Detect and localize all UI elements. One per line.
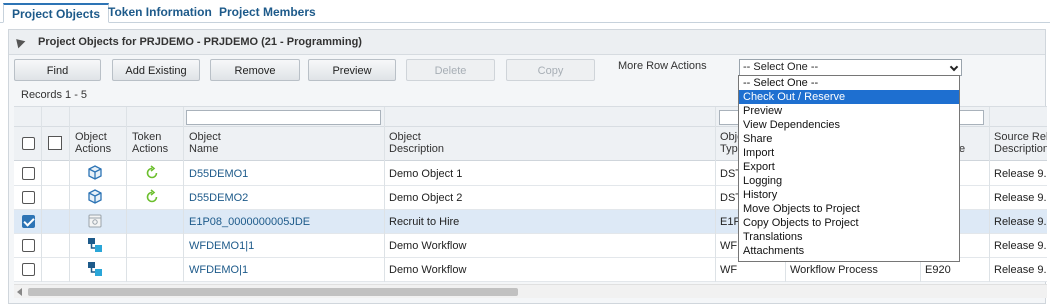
option-export[interactable]: Export [739,160,959,174]
option-translations[interactable]: Translations [739,230,959,244]
release-code: E920 [925,264,951,276]
source-release: Release 9.2 [994,216,1047,228]
object-type: WF [720,240,738,252]
cube-icon[interactable] [87,165,103,181]
object-type-description: Workflow Process [790,264,878,276]
object-type: WF [720,264,738,276]
source-release: Release 9.2 [994,168,1047,180]
object-name-link[interactable]: WFDEMO1|1 [189,240,254,252]
option-view-dependencies[interactable]: View Dependencies [739,118,959,132]
object-name-link[interactable]: D55DEMO2 [189,192,248,204]
add-existing-button[interactable]: Add Existing [112,59,200,81]
source-release: Release 9.2 [994,264,1047,276]
object-description: Demo Object 2 [389,192,463,204]
page-icon[interactable] [87,213,103,229]
column-divider [989,107,990,282]
option-move-objects[interactable]: Move Objects to Project [739,202,959,216]
object-name-link[interactable]: E1P08_0000000005JDE [189,216,310,228]
refresh-icon[interactable] [144,165,160,181]
horizontal-scrollbar[interactable] [14,284,1047,298]
option-check-out-reserve[interactable]: Check Out / Reserve [739,90,959,104]
scroll-left-icon[interactable] [17,288,22,296]
workflow-icon[interactable] [87,237,103,253]
filter-object-name-input[interactable] [186,110,381,125]
col-object-actions[interactable]: Object Actions [75,131,111,155]
row-checkbox[interactable] [22,239,35,252]
preview-button[interactable]: Preview [308,59,396,81]
row-checkbox[interactable] [22,215,35,228]
workflow-icon[interactable] [87,261,103,277]
object-description: Recruit to Hire [389,216,460,228]
find-button[interactable]: Find [14,59,101,81]
column-divider [41,107,42,282]
option-logging[interactable]: Logging [739,174,959,188]
tab-project-members[interactable]: Project Members [211,3,324,23]
col-source-release[interactable]: Source ReleDescription [994,131,1047,155]
row-checkbox[interactable] [22,263,35,276]
copy-button[interactable]: Copy [506,59,595,81]
panel-header: Project Objects for PRJDEMO - PRJDEMO (2… [9,30,1045,55]
remove-button[interactable]: Remove [210,59,300,81]
option-share[interactable]: Share [739,132,959,146]
row-checkbox[interactable] [22,191,35,204]
option-copy-objects[interactable]: Copy Objects to Project [739,216,959,230]
object-description: Demo Workflow [389,240,467,252]
option-select-one[interactable]: -- Select One -- [739,76,959,90]
column-divider [126,107,127,282]
column-divider [384,107,385,282]
select-value: -- Select One -- [743,61,819,73]
option-import[interactable]: Import [739,146,959,160]
delete-button[interactable]: Delete [406,59,495,81]
panel-title: Project Objects for PRJDEMO - PRJDEMO (2… [38,36,362,48]
tab-project-objects[interactable]: Project Objects [3,3,110,23]
refresh-icon[interactable] [144,189,160,205]
records-count: Records 1 - 5 [21,89,88,101]
cube-icon[interactable] [87,189,103,205]
column-divider [183,107,184,282]
row-checkbox[interactable] [22,167,35,180]
source-release: Release 9.2 [994,240,1047,252]
object-description: Demo Workflow [389,264,467,276]
more-row-actions-select[interactable]: -- Select One -- [739,59,962,76]
select-all-checkbox[interactable] [22,137,35,150]
option-attachments[interactable]: Attachments [739,244,959,258]
col-token-actions[interactable]: Token Actions [132,131,168,155]
column-divider [715,107,716,282]
object-name-link[interactable]: WFDEMO|1 [189,264,248,276]
object-description: Demo Object 1 [389,168,463,180]
column-divider [69,107,70,282]
edit-icon[interactable] [48,136,62,150]
scrollbar-thumb[interactable] [28,288,518,296]
option-history[interactable]: History [739,188,959,202]
collapse-icon[interactable] [12,35,26,49]
col-object-description[interactable]: Object Description [389,131,444,155]
source-release: Release 9.2 [994,192,1047,204]
more-row-actions-dropdown: -- Select One -- Check Out / Reserve Pre… [738,75,960,262]
object-name-link[interactable]: D55DEMO1 [189,168,248,180]
col-object-name[interactable]: Object Name [189,131,221,155]
tab-bar: Project Objects Token Information Projec… [0,0,1050,23]
option-preview[interactable]: Preview [739,104,959,118]
tab-token-information[interactable]: Token Information [100,3,220,23]
chevron-down-icon [949,62,959,72]
more-row-actions-label: More Row Actions [618,60,707,72]
